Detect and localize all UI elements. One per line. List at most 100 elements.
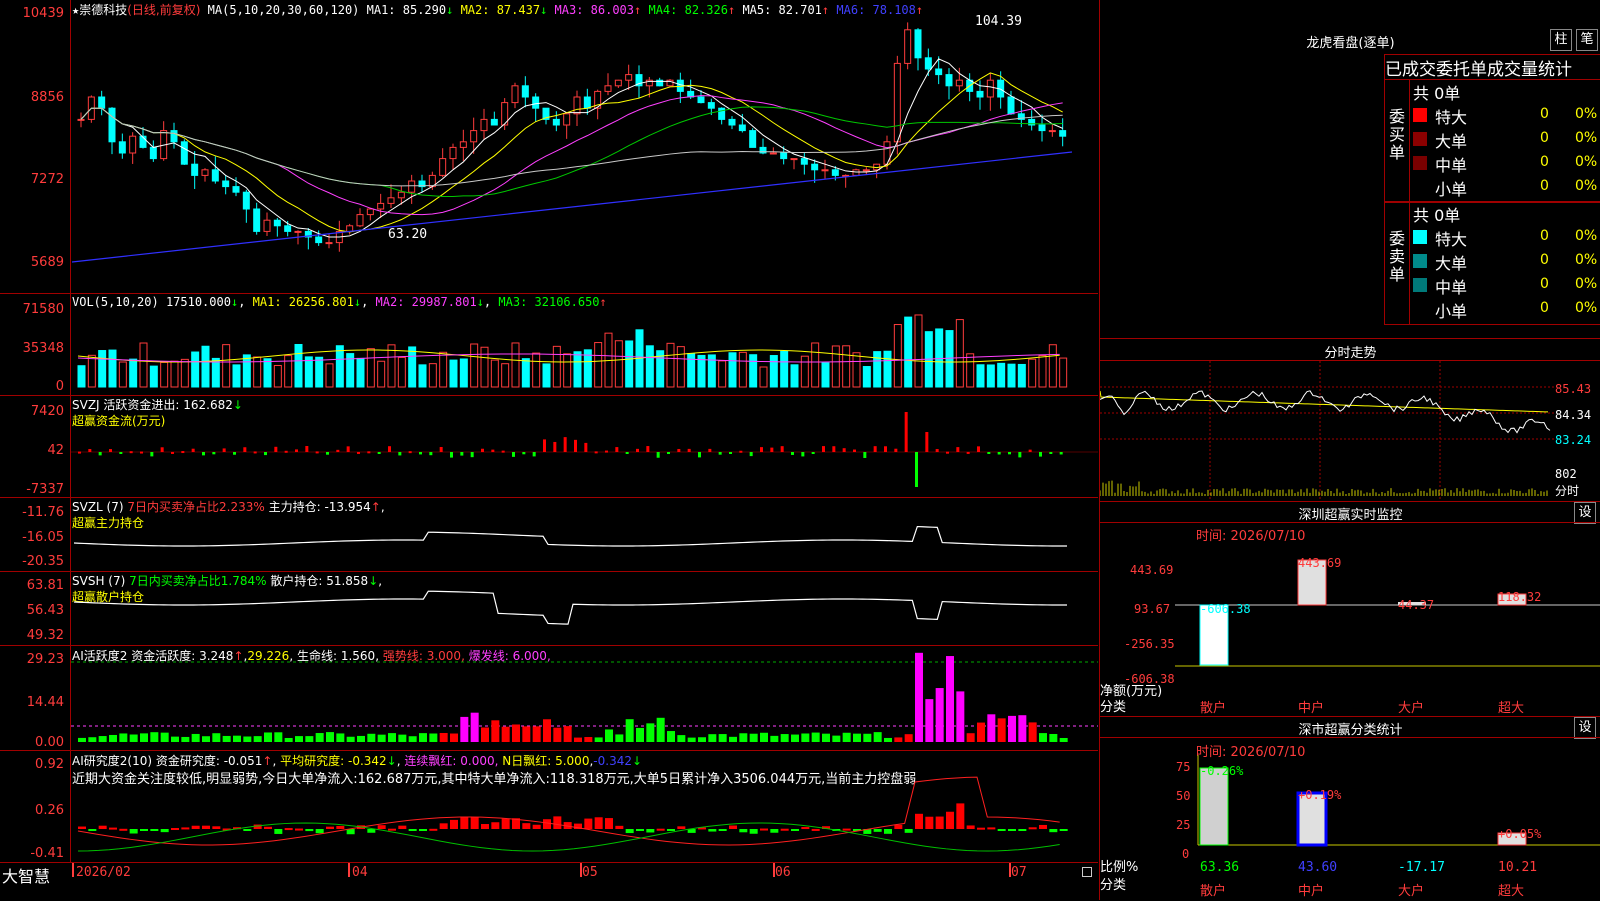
flow-bar — [625, 452, 629, 454]
activity-bar — [1049, 733, 1058, 742]
flow-bar — [749, 452, 753, 457]
intraday-vol-label: 分时 — [1555, 484, 1580, 498]
activity-bar — [202, 736, 210, 742]
intraday-tick: 802 — [1555, 467, 1577, 481]
sz-class-val: 63.36 — [1200, 860, 1240, 875]
flow-bar — [460, 452, 464, 456]
activity-bar — [171, 736, 179, 742]
research-bar — [977, 827, 985, 830]
activity-bar — [336, 733, 345, 742]
flow-bar — [450, 452, 453, 458]
activity-bar — [377, 734, 386, 742]
volume-chart[interactable] — [0, 294, 1098, 395]
bar-button[interactable]: 柱 — [1550, 29, 1572, 51]
candle-body — [1048, 130, 1056, 133]
sz-class-tick: 50 — [1176, 789, 1191, 803]
order-row-name: 小单 — [1435, 180, 1468, 199]
ai-research-panel[interactable]: 0.92 0.26 -0.41 AI研究度2(10) 资金研究度: -0.051… — [0, 751, 1098, 862]
research-bar — [243, 829, 252, 831]
research-bar — [470, 817, 479, 829]
activity-bar — [935, 688, 944, 742]
research-bar — [212, 826, 221, 829]
flow-bar — [336, 449, 340, 452]
volume-bar — [573, 351, 582, 388]
research-bar — [904, 829, 913, 833]
flow-bar — [574, 439, 577, 452]
activity-bar — [512, 724, 520, 742]
sz-monitor-settings-button[interactable]: 设 — [1574, 502, 1596, 524]
ai-activity-panel[interactable]: 29.23 14.44 0.00 AI活跃度2 资金活跃度: 3.248↑,29… — [0, 646, 1098, 751]
order-stats-tab[interactable]: 已成交委托单成交量统计 — [1384, 54, 1600, 79]
ai-research-chart[interactable] — [0, 751, 1098, 862]
pen-button[interactable]: 笔 — [1576, 29, 1598, 51]
flow-bar — [284, 450, 288, 453]
ma6-line — [71, 151, 1073, 263]
candle-body — [470, 130, 478, 143]
flow-bar — [605, 450, 608, 453]
sz-monitor-val: -606.38 — [1200, 602, 1251, 616]
svzl-panel[interactable]: -11.76 -16.05 -20.35 SVZL (7) 7日内买卖净占比2.… — [0, 498, 1098, 572]
order-row-name: 特大 — [1435, 230, 1468, 249]
candle-body — [893, 62, 901, 143]
volume-bar — [811, 342, 820, 388]
sz-monitor-cat: 超大 — [1498, 701, 1525, 716]
svsh-chart[interactable] — [0, 572, 1098, 645]
candle-body — [625, 74, 633, 81]
candle-body — [718, 107, 726, 120]
research-bar — [997, 829, 1006, 831]
volume-bar — [862, 366, 871, 388]
activity-bar — [801, 733, 810, 742]
candle-body — [222, 180, 230, 188]
activity-bar — [429, 733, 438, 742]
sz-class-cat: 大户 — [1398, 884, 1425, 899]
flow-bar — [160, 447, 164, 452]
research-bar — [553, 816, 562, 829]
candle-body — [563, 113, 571, 126]
volume-panel[interactable]: 71580 35348 0 VOL(5,10,20) 17510.000↓, M… — [0, 294, 1098, 396]
activity-bar — [904, 734, 913, 742]
candle-body — [800, 158, 808, 165]
candle-body — [377, 202, 385, 210]
intraday-chart[interactable] — [1100, 361, 1600, 501]
price-panel[interactable]: 10439 8856 7272 5689 ★崇德科技(日线,前复权) MA(5,… — [0, 0, 1098, 294]
research-bar — [439, 823, 448, 829]
research-bar — [656, 828, 665, 831]
activity-bar — [822, 733, 830, 742]
activity-bar — [1028, 722, 1037, 742]
lock-icon[interactable] — [1082, 867, 1092, 877]
volume-bar — [676, 346, 685, 388]
volume-bar — [211, 357, 220, 388]
sz-class-settings-button[interactable]: 设 — [1574, 717, 1596, 739]
volume-bar — [439, 351, 448, 388]
volume-bar — [852, 352, 861, 388]
volume-bar — [366, 348, 375, 388]
research-bar — [956, 803, 965, 829]
volume-bar — [914, 314, 923, 388]
volume-bar — [759, 366, 768, 388]
candle-body — [439, 158, 447, 176]
research-bar — [191, 825, 200, 829]
flow-bar — [470, 452, 474, 458]
svzj-panel[interactable]: 7420 42 -7337 SVZJ 活跃资金进出: 162.682↓ 超赢资金… — [0, 396, 1098, 498]
sell-order-box: 委卖单 共 0单 特大 0 0% 大单 0 0% 中单 0 0% 小单 0 0% — [1384, 201, 1600, 325]
order-row-value: 0 — [1540, 106, 1549, 122]
candle-body — [387, 197, 395, 204]
sz-class-cat: 中户 — [1298, 884, 1325, 899]
svzj-chart[interactable] — [0, 396, 1098, 497]
candle-chart[interactable] — [0, 0, 1098, 293]
ai-activity-chart[interactable] — [0, 646, 1098, 750]
research-bar — [419, 829, 427, 831]
svzl-chart[interactable] — [0, 498, 1098, 571]
volume-bar — [769, 355, 778, 388]
activity-bar — [233, 735, 241, 742]
volume-bar — [749, 354, 758, 388]
sz-class-val: 43.60 — [1298, 860, 1338, 875]
sz-monitor-chart[interactable] — [1100, 540, 1600, 720]
candle-body — [98, 96, 106, 109]
volume-bar — [242, 354, 251, 388]
flow-bar — [1008, 452, 1011, 455]
svsh-panel[interactable]: 63.81 56.43 49.32 SVSH (7) 7日内买卖净占比1.784… — [0, 572, 1098, 646]
candle-body — [108, 107, 116, 143]
candle-body — [552, 118, 560, 126]
volume-bar — [997, 362, 1006, 388]
